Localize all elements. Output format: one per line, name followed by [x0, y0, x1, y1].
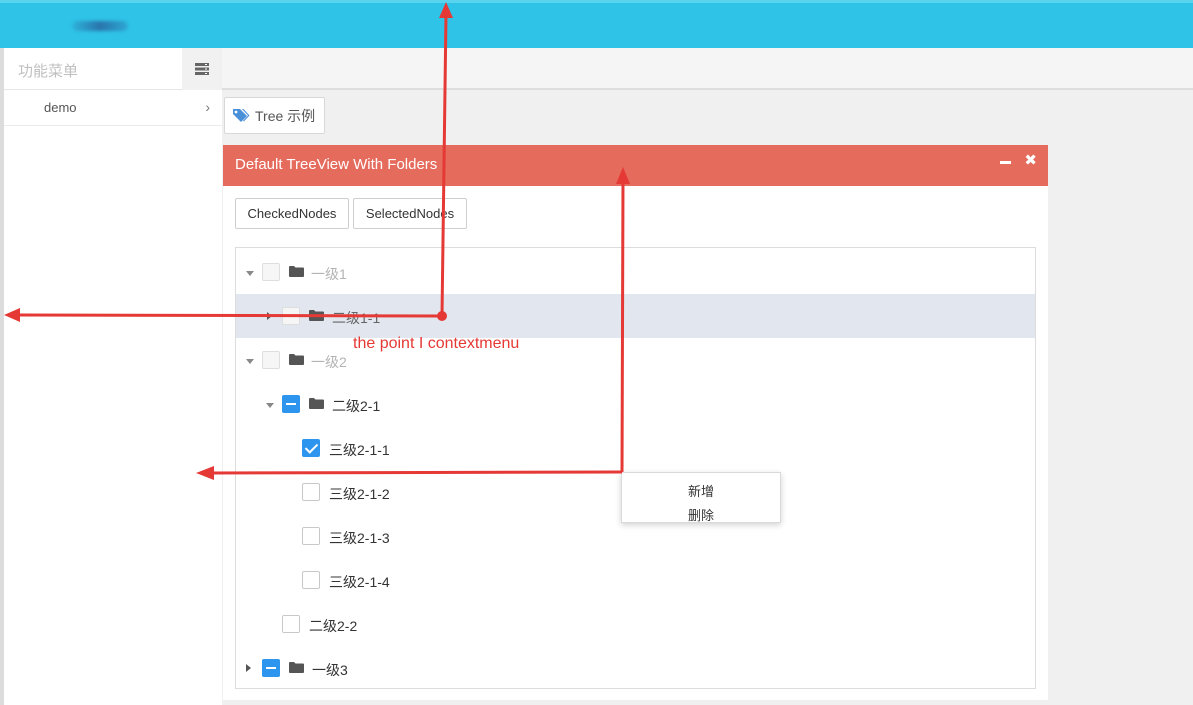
- panel-header: Default TreeView With Folders ✖: [223, 145, 1048, 186]
- sidebar-toggle-button[interactable]: [182, 48, 222, 90]
- close-icon[interactable]: ✖: [1024, 153, 1037, 169]
- context-menu: 新增 删除: [621, 472, 781, 523]
- panel-title: Default TreeView With Folders: [235, 156, 438, 173]
- node-label: 一级2: [311, 354, 347, 370]
- node-checkbox[interactable]: [282, 615, 300, 633]
- node-checkbox[interactable]: [302, 527, 320, 545]
- node-label: 一级3: [312, 662, 348, 678]
- sidebar-title: 功能菜单: [18, 63, 79, 80]
- context-menu-item-delete[interactable]: 删除: [622, 505, 780, 524]
- node-checkbox: [262, 351, 280, 369]
- logo[interactable]: [72, 21, 128, 31]
- node-label: 一级1: [311, 266, 347, 282]
- caret-right-icon[interactable]: [246, 664, 251, 672]
- node-label: 二级2-2: [309, 618, 358, 634]
- caret-down-icon[interactable]: [266, 403, 274, 408]
- node-checkbox[interactable]: [302, 439, 320, 457]
- tree-node-selected[interactable]: 二级1-1: [236, 294, 1035, 338]
- node-checkbox[interactable]: [302, 571, 320, 589]
- node-label: 二级2-1: [332, 398, 381, 414]
- checked-nodes-button[interactable]: CheckedNodes: [235, 198, 349, 229]
- folder-icon: [289, 662, 304, 673]
- selected-nodes-button[interactable]: SelectedNodes: [353, 198, 467, 229]
- sidebar: 功能菜单 demo ›: [0, 48, 222, 705]
- node-checkbox: [282, 307, 300, 325]
- node-label: 二级1-1: [332, 310, 381, 326]
- content-tab-bar: [222, 48, 1193, 90]
- node-checkbox: [262, 263, 280, 281]
- sidebar-item-label: demo: [44, 100, 77, 115]
- tree-node[interactable]: 二级2-1: [236, 382, 1035, 426]
- context-menu-item-add[interactable]: 新增: [622, 481, 780, 500]
- page-tab-label: Tree 示例: [255, 107, 316, 124]
- annotation-label: the point I contextmenu: [353, 335, 520, 352]
- node-checkbox[interactable]: [282, 395, 300, 413]
- page-tab-tree-example[interactable]: Tree 示例: [224, 97, 325, 134]
- node-checkbox[interactable]: [302, 483, 320, 501]
- node-label: 三级2-1-1: [329, 442, 390, 458]
- caret-right-icon[interactable]: [267, 312, 272, 320]
- node-label: 三级2-1-2: [329, 486, 390, 502]
- server-icon: [195, 63, 209, 75]
- node-label: 三级2-1-3: [329, 530, 390, 546]
- folder-icon: [289, 266, 304, 277]
- folder-icon: [309, 310, 324, 321]
- top-bar: [0, 0, 1193, 48]
- folder-icon: [289, 354, 304, 365]
- tree-node[interactable]: 二级2-2: [236, 602, 1035, 646]
- tree-node[interactable]: 三级2-1-4: [236, 558, 1035, 602]
- caret-down-icon[interactable]: [246, 271, 254, 276]
- tree-node[interactable]: 三级2-1-1: [236, 426, 1035, 470]
- tree-node[interactable]: 一级3: [236, 646, 1035, 690]
- tags-icon: [233, 109, 250, 122]
- treeview-panel: Default TreeView With Folders ✖ CheckedN…: [223, 145, 1048, 700]
- minimize-icon[interactable]: [1000, 153, 1012, 169]
- tree-view: 一级1 二级1-1 一级2 二级2-1 三级2-1-1 三级2-1-2 三级2-…: [235, 247, 1036, 689]
- sidebar-header: 功能菜单: [4, 48, 222, 90]
- node-checkbox[interactable]: [262, 659, 280, 677]
- tree-node[interactable]: 一级1: [236, 250, 1035, 294]
- caret-down-icon[interactable]: [246, 359, 254, 364]
- node-label: 三级2-1-4: [329, 574, 390, 590]
- folder-icon: [309, 398, 324, 409]
- chevron-right-icon: ›: [205, 99, 210, 115]
- sidebar-item-demo[interactable]: demo ›: [4, 90, 222, 126]
